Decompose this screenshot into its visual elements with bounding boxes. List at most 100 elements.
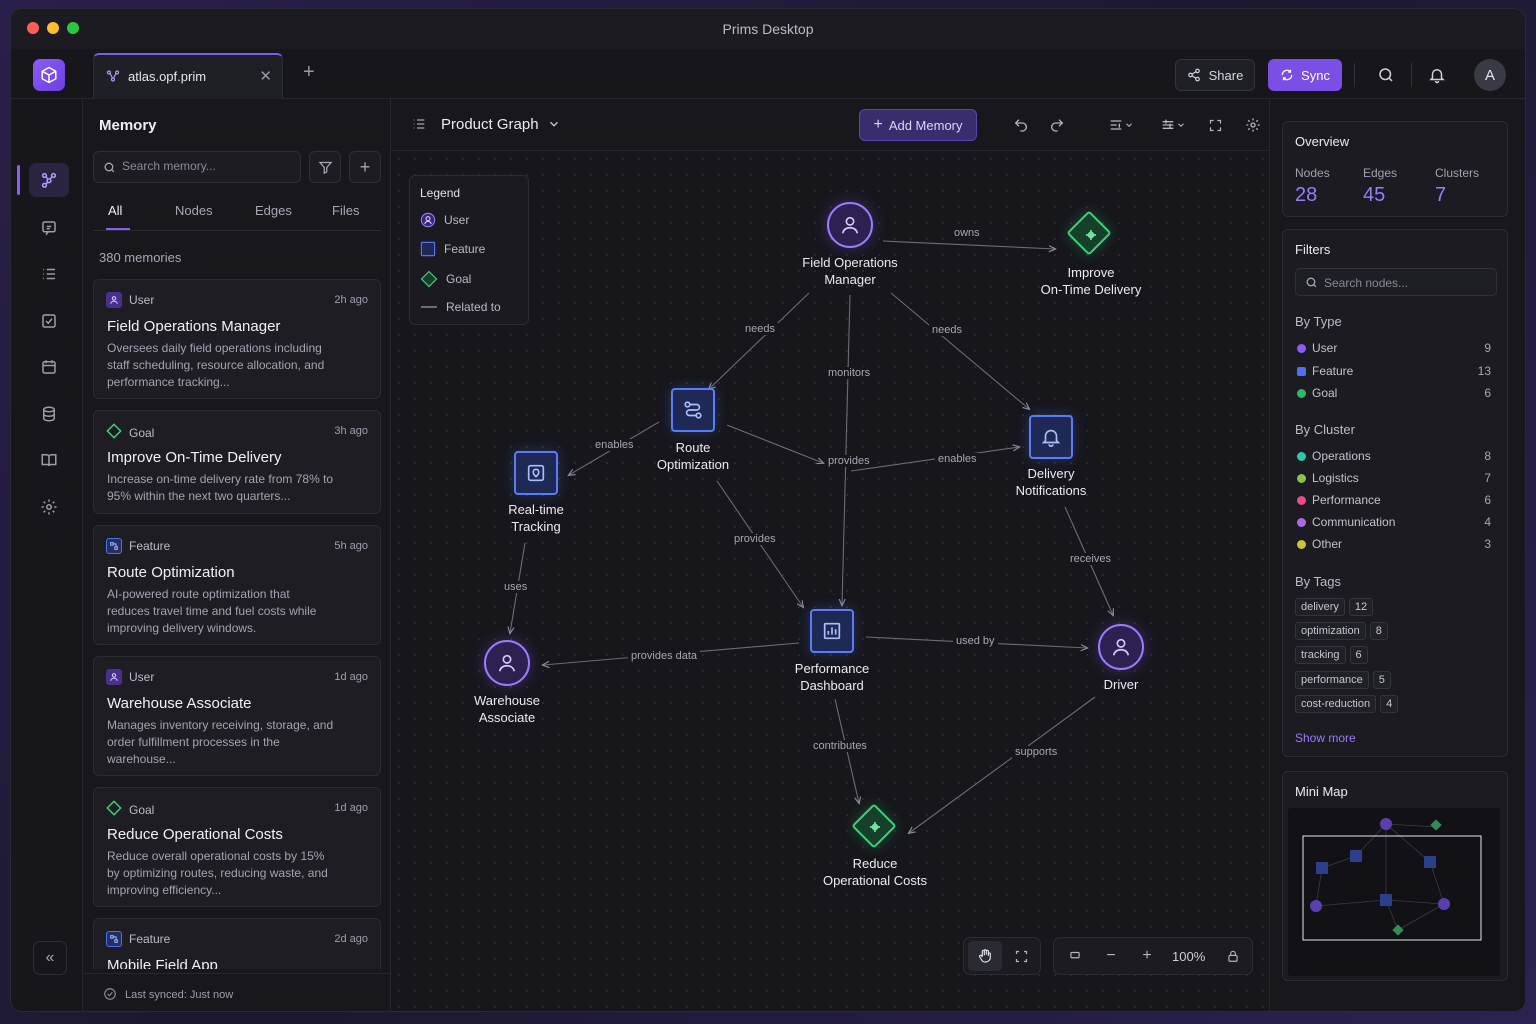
- edge-label-enables: enables: [935, 453, 980, 465]
- hand-pan-icon[interactable]: [968, 941, 1002, 971]
- fit-view-icon[interactable]: [1058, 941, 1092, 971]
- checkbox-icon[interactable]: [29, 304, 69, 338]
- settings-gear-icon[interactable]: [29, 490, 69, 524]
- book-icon[interactable]: [29, 443, 69, 477]
- redo-icon[interactable]: [1043, 112, 1071, 138]
- filter-button[interactable]: [309, 151, 341, 183]
- tab-nodes[interactable]: Nodes: [175, 203, 213, 218]
- color-dot: [1297, 389, 1306, 398]
- list-icon[interactable]: [411, 116, 427, 137]
- add-memory-small-button[interactable]: +: [349, 151, 381, 183]
- align-options-icon[interactable]: [1153, 112, 1193, 138]
- share-button[interactable]: Share: [1175, 59, 1255, 91]
- fullscreen-icon[interactable]: [1203, 112, 1227, 138]
- tag-cost-reduction[interactable]: cost-reduction 4: [1295, 695, 1399, 713]
- color-dot: [1297, 344, 1306, 353]
- zoom-level[interactable]: 100%: [1172, 949, 1205, 964]
- add-memory-button[interactable]: + Add Memory: [859, 109, 977, 141]
- bell-icon[interactable]: [1422, 60, 1452, 90]
- filter-type-user[interactable]: User 9: [1295, 340, 1491, 358]
- edge-needs-route: [709, 292, 810, 389]
- layout-options-icon[interactable]: [1101, 112, 1141, 138]
- by-type-label: By Type: [1295, 314, 1342, 329]
- search-icon[interactable]: [1371, 60, 1401, 90]
- search-icon: [1306, 277, 1317, 288]
- sync-button[interactable]: Sync: [1268, 59, 1342, 91]
- node-label: Real-time Tracking: [508, 502, 564, 534]
- color-dot: [1297, 540, 1306, 549]
- zoom-controls: − + 100%: [1053, 937, 1253, 975]
- tab-files[interactable]: Files: [332, 203, 359, 218]
- clusters-stat-value: 7: [1435, 184, 1447, 206]
- memory-card[interactable]: User 1d ago Warehouse Associate Manages …: [93, 656, 381, 776]
- calendar-icon[interactable]: [29, 350, 69, 384]
- app-logo-icon[interactable]: [33, 59, 65, 91]
- target-icon: [1086, 230, 1096, 240]
- tag-optimization[interactable]: optimization 8: [1295, 622, 1388, 640]
- show-more-link[interactable]: Show more: [1295, 731, 1356, 745]
- node-field-operations-manager[interactable]: [827, 202, 873, 248]
- tag-delivery[interactable]: delivery 12: [1295, 598, 1374, 616]
- check-circle-icon: [103, 987, 117, 1006]
- memory-search[interactable]: [93, 151, 301, 183]
- zoom-out-icon[interactable]: −: [1094, 941, 1128, 971]
- node-warehouse-associate[interactable]: [484, 640, 530, 686]
- select-area-icon[interactable]: [1004, 941, 1038, 971]
- database-icon[interactable]: [29, 397, 69, 431]
- tab-atlas[interactable]: atlas.opf.prim ✕: [93, 53, 283, 99]
- list-icon[interactable]: [29, 257, 69, 291]
- lock-icon[interactable]: [1216, 941, 1250, 971]
- filter-cluster-communication[interactable]: Communication 4: [1295, 514, 1491, 532]
- card-type-label: User: [129, 293, 155, 307]
- filter-type-feature[interactable]: Feature 13: [1295, 363, 1491, 381]
- tag-label: optimization: [1295, 622, 1366, 640]
- filter-cluster-operations[interactable]: Operations 8: [1295, 448, 1491, 466]
- tag-count: 4: [1380, 695, 1399, 713]
- node-delivery-notifications[interactable]: [1029, 415, 1073, 459]
- nodes-stat-label: Nodes: [1295, 166, 1330, 180]
- edge-label-contributes: contributes: [810, 740, 870, 752]
- filter-count: 6: [1484, 493, 1491, 507]
- filter-cluster-other[interactable]: Other 3: [1295, 536, 1491, 554]
- graph-surface[interactable]: owns needs needs monitors enables provid…: [391, 151, 1269, 1011]
- memory-search-input[interactable]: [122, 159, 292, 173]
- new-tab-button[interactable]: +: [303, 61, 315, 84]
- collapse-sidebar-button[interactable]: «: [33, 941, 67, 975]
- filter-cluster-performance[interactable]: Performance 6: [1295, 492, 1491, 510]
- window-title: Prims Desktop: [722, 21, 814, 37]
- node-route-optimization[interactable]: [671, 388, 715, 432]
- memory-card[interactable]: Feature 2d ago Mobile Field App: [93, 918, 381, 969]
- chevron-down-icon[interactable]: [547, 117, 561, 136]
- share-icon: [1187, 68, 1200, 82]
- node-performance-dashboard[interactable]: [810, 609, 854, 653]
- tab-all[interactable]: All: [108, 203, 122, 218]
- avatar[interactable]: A: [1474, 59, 1506, 91]
- memory-card[interactable]: Goal 3h ago Improve On-Time Delivery Inc…: [93, 410, 381, 514]
- settings-gear-icon[interactable]: [1241, 112, 1265, 138]
- card-type-label: Goal: [129, 802, 155, 817]
- tag-tracking[interactable]: tracking 6: [1295, 646, 1368, 664]
- minimap[interactable]: [1288, 808, 1500, 976]
- filter-cluster-logistics[interactable]: Logistics 7: [1295, 470, 1491, 488]
- close-tab-icon[interactable]: ✕: [259, 67, 272, 85]
- sync-label: Sync: [1301, 67, 1330, 83]
- memory-card[interactable]: Feature 5h ago Route Optimization AI-pow…: [93, 525, 381, 645]
- memory-title: Memory: [99, 117, 157, 134]
- edge-label-needs: needs: [742, 323, 778, 335]
- tab-edges[interactable]: Edges: [255, 203, 292, 218]
- memory-card[interactable]: User 2h ago Field Operations Manager Ove…: [93, 279, 381, 399]
- node-real-time-tracking[interactable]: [514, 451, 558, 495]
- graph-nav-icon[interactable]: [29, 163, 69, 197]
- node-search[interactable]: [1295, 268, 1497, 296]
- filter-type-goal[interactable]: Goal 6: [1295, 385, 1491, 403]
- graph-title[interactable]: Product Graph: [441, 116, 539, 133]
- card-title: Improve On-Time Delivery: [107, 449, 282, 466]
- chat-icon[interactable]: [29, 211, 69, 245]
- tag-performance[interactable]: performance 5: [1295, 671, 1391, 689]
- node-driver[interactable]: [1098, 624, 1144, 670]
- memory-card[interactable]: Goal 1d ago Reduce Operational Costs Red…: [93, 787, 381, 907]
- edge-supports: [909, 696, 1096, 833]
- zoom-in-icon[interactable]: +: [1130, 941, 1164, 971]
- undo-icon[interactable]: [1007, 112, 1035, 138]
- node-search-input[interactable]: [1324, 276, 1492, 290]
